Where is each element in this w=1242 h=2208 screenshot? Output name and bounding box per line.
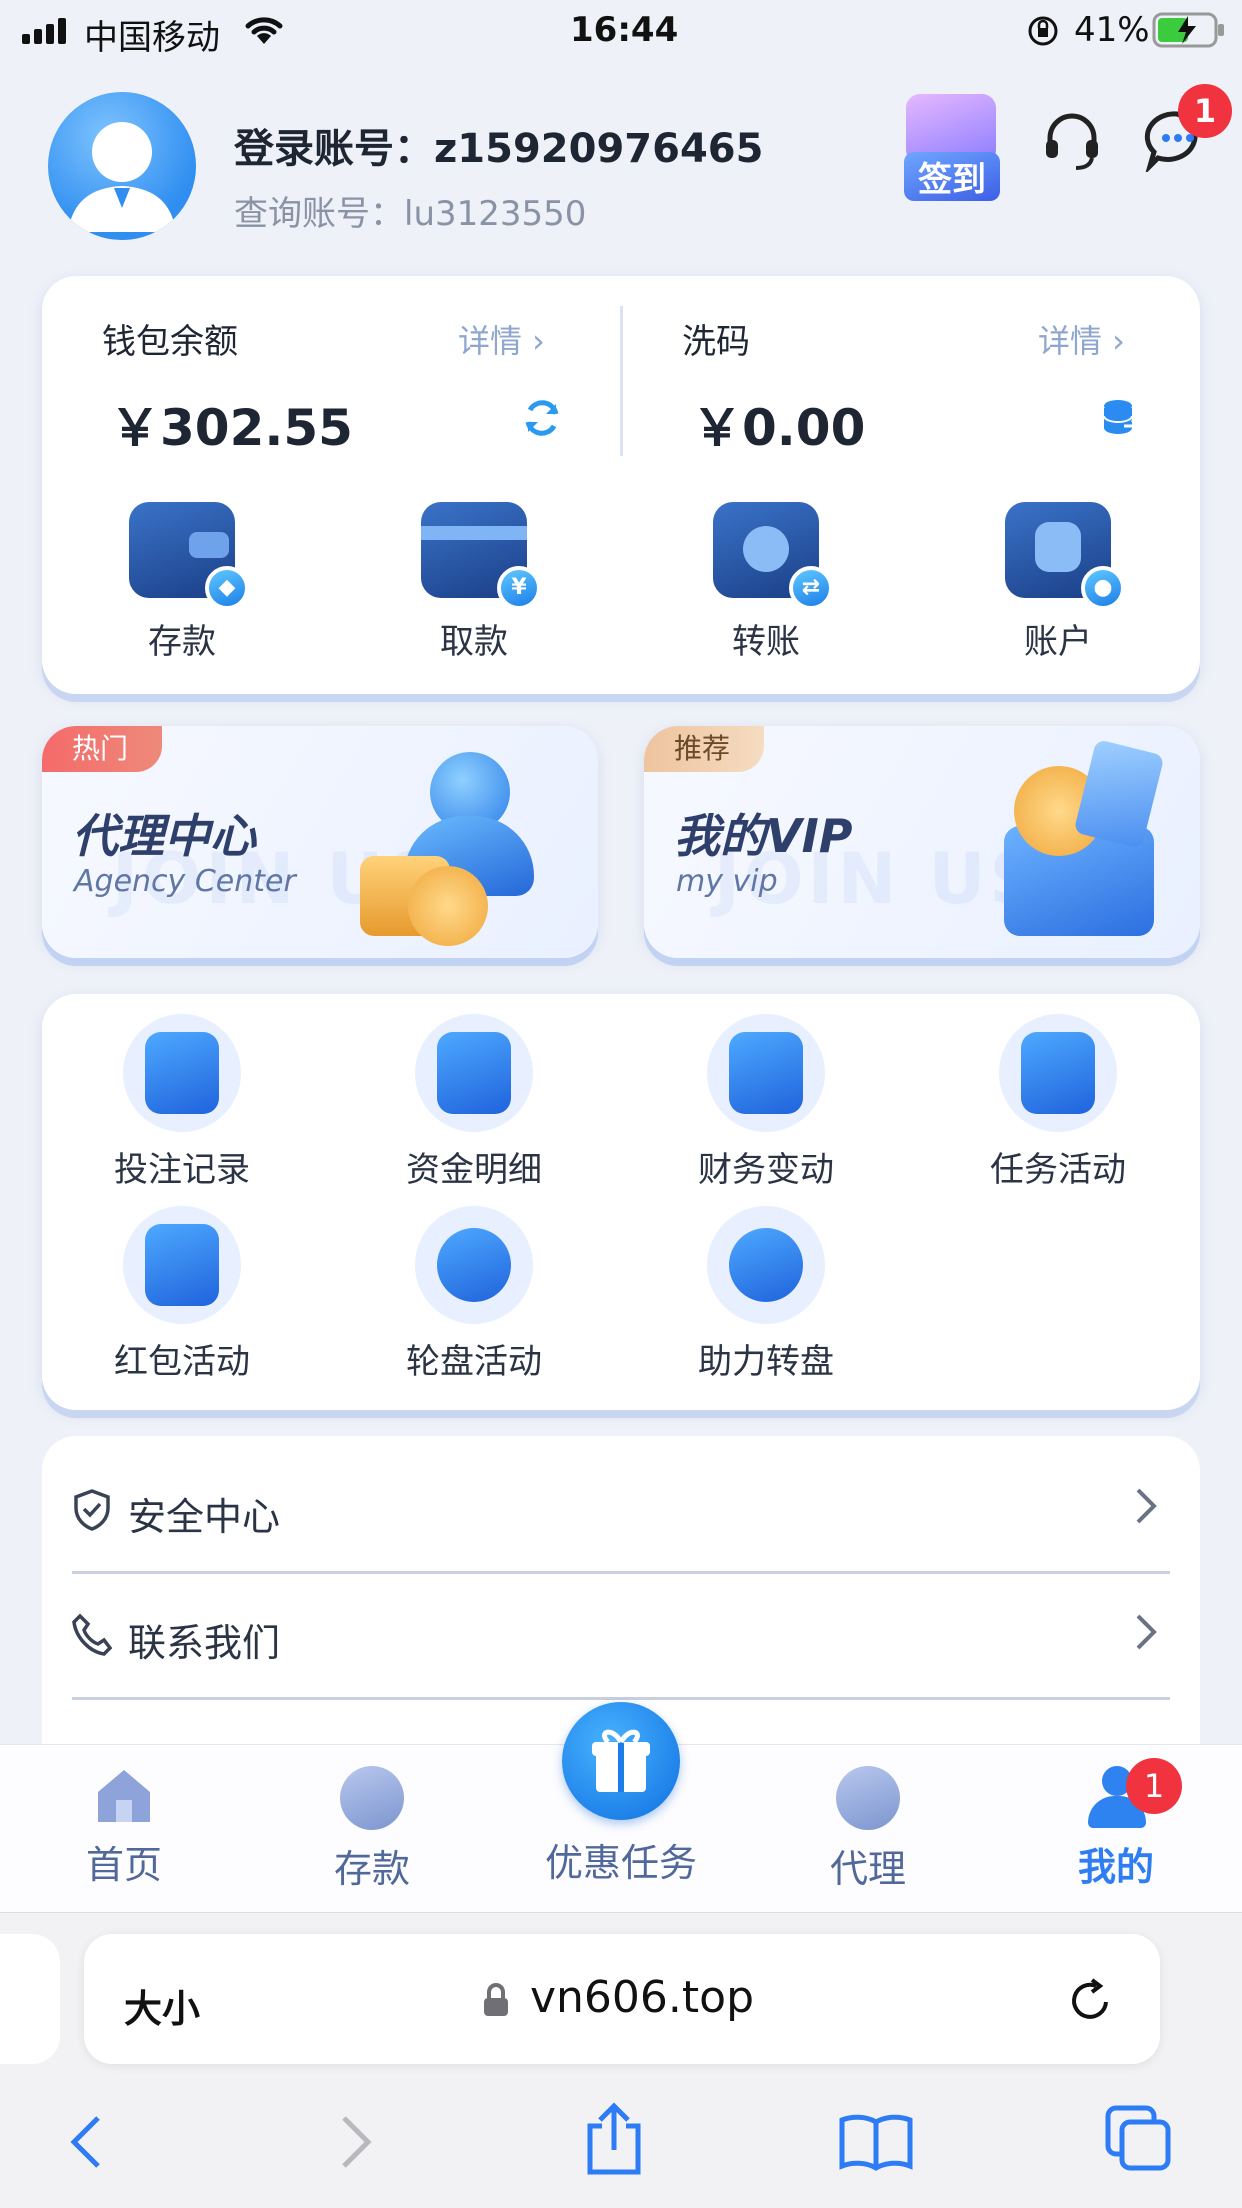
fund-detail-item[interactable]: 资金明细 — [354, 1014, 594, 1191]
phone-icon — [72, 1612, 113, 1660]
wallet-icon: ◆ — [129, 502, 249, 610]
bet-record-item[interactable]: 投注记录 — [62, 1014, 302, 1191]
tab-agent[interactable]: 代理 — [768, 1766, 968, 1893]
signal-icon — [22, 18, 66, 44]
transfer-action[interactable]: ⇄ 转账 — [666, 502, 866, 663]
finance-change-icon — [707, 1014, 825, 1132]
account-icon: ● — [1005, 502, 1125, 610]
message-badge: 1 — [1178, 84, 1232, 138]
lock-icon — [482, 1982, 510, 2022]
vip-title: 我的VIP — [674, 809, 853, 863]
login-label: 登录账号： — [234, 126, 434, 172]
chevron-right-icon — [1132, 1610, 1160, 1665]
balance-amount: ￥302.55 — [110, 399, 353, 457]
security-center-label: 安全中心 — [128, 1495, 281, 1539]
shield-icon — [72, 1488, 112, 1536]
agency-illustration-icon — [360, 746, 580, 946]
security-center-row[interactable]: 安全中心 — [72, 1450, 1170, 1574]
agency-center-banner[interactable]: JOIN US 热门 代理中心 Agency Center — [42, 726, 598, 958]
reload-icon[interactable] — [1066, 1976, 1116, 2030]
carrier-name: 中国移动 — [84, 18, 220, 58]
roulette-item[interactable]: 轮盘活动 — [354, 1206, 594, 1383]
hot-tag: 热门 — [42, 726, 163, 772]
vip-box-icon — [974, 738, 1174, 946]
account-action[interactable]: ● 账户 — [958, 502, 1158, 663]
account-label: 账户 — [1024, 622, 1092, 662]
transfer-label: 转账 — [732, 622, 800, 662]
query-label: 查询账号： — [234, 194, 404, 234]
my-vip-banner[interactable]: JOIN US 推荐 我的VIP my vip — [644, 726, 1200, 958]
share-icon[interactable] — [582, 2100, 646, 2180]
url-text[interactable]: vn606.top — [530, 1972, 754, 2023]
login-value: z15920976465 — [434, 126, 764, 172]
deposit-action[interactable]: ◆ 存款 — [82, 502, 282, 663]
status-bar: 中国移动 16:44 41% — [0, 0, 1242, 60]
wash-title: 洗码 — [682, 322, 750, 362]
forward-icon[interactable] — [336, 2112, 376, 2176]
tab-agent-label: 代理 — [829, 1847, 906, 1891]
boost-wheel-icon — [707, 1206, 825, 1324]
recommend-tag: 推荐 — [644, 726, 765, 772]
wash-amount: ￥0.00 — [692, 399, 866, 457]
avatar[interactable] — [48, 92, 196, 240]
org-chart-icon — [836, 1766, 900, 1830]
vip-subtitle: my vip — [676, 864, 778, 899]
red-packet-item[interactable]: 红包活动 — [62, 1206, 302, 1383]
withdraw-label: 取款 — [440, 622, 508, 662]
agency-subtitle: Agency Center — [74, 864, 296, 899]
wallet-divider — [620, 306, 623, 456]
finance-change-item[interactable]: 财务变动 — [646, 1014, 886, 1191]
fund-detail-icon — [415, 1014, 533, 1132]
refresh-icon[interactable] — [520, 396, 564, 444]
withdraw-action[interactable]: ¥ 取款 — [374, 502, 574, 663]
wash-detail-link[interactable]: 详情 › — [1038, 316, 1125, 362]
boost-wheel-item[interactable]: 助力转盘 — [646, 1206, 886, 1383]
query-value: lu3123550 — [404, 194, 587, 234]
battery-percent: 41% — [1074, 10, 1150, 50]
clock: 16:44 — [570, 10, 679, 50]
tab-home[interactable]: 首页 — [24, 1766, 224, 1889]
checkin-label: 签到 — [904, 152, 1000, 201]
balance-detail-link[interactable]: 详情 › — [458, 316, 545, 362]
bookmarks-icon[interactable] — [838, 2112, 914, 2176]
promo-gift-button[interactable] — [562, 1702, 680, 1820]
home-icon — [92, 1766, 156, 1826]
tab-home-label: 首页 — [85, 1843, 162, 1887]
bet-record-icon — [123, 1014, 241, 1132]
tab-promo-label: 优惠任务 — [544, 1841, 697, 1885]
tabs-icon[interactable] — [1104, 2104, 1174, 2178]
coin-icon — [340, 1766, 404, 1830]
mine-badge: 1 — [1126, 1758, 1182, 1814]
contact-us-row[interactable]: 联系我们 — [72, 1576, 1170, 1700]
chevron-right-icon — [1132, 1484, 1160, 1539]
task-activity-icon — [999, 1014, 1117, 1132]
customer-service-icon[interactable] — [1040, 108, 1104, 176]
tab-deposit[interactable]: 存款 — [272, 1766, 472, 1893]
task-activity-item[interactable]: 任务活动 — [938, 1014, 1178, 1191]
wifi-icon — [240, 10, 288, 50]
tab-deposit-label: 存款 — [333, 1847, 410, 1891]
rotation-lock-icon — [1026, 14, 1060, 52]
agency-title: 代理中心 — [72, 809, 256, 863]
deposit-label: 存款 — [148, 622, 216, 662]
checkin-button[interactable]: 签到 — [896, 88, 1006, 201]
battery-icon — [1152, 12, 1226, 52]
query-account: 查询账号：lu3123550 — [234, 186, 586, 235]
database-icon[interactable] — [1100, 398, 1141, 442]
card-icon: ¥ — [421, 502, 541, 610]
contact-us-label: 联系我们 — [128, 1621, 281, 1665]
tab-promo[interactable]: 优惠任务 — [520, 1832, 722, 1887]
login-account: 登录账号：z15920976465 — [234, 116, 763, 174]
text-size-button[interactable]: 大小 — [124, 1978, 200, 2033]
previous-tab-preview[interactable] — [0, 1934, 60, 2064]
back-icon[interactable] — [66, 2112, 106, 2176]
balance-title: 钱包余额 — [102, 322, 238, 362]
tab-mine-label: 我的 — [1077, 1845, 1154, 1889]
tab-mine[interactable]: 我的 — [1016, 1766, 1216, 1891]
roulette-icon — [415, 1206, 533, 1324]
transfer-icon: ⇄ — [713, 502, 833, 610]
red-packet-icon — [123, 1206, 241, 1324]
